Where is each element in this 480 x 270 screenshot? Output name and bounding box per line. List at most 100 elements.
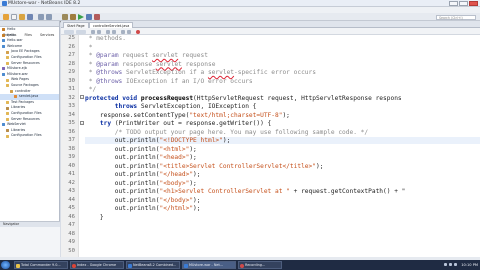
recorder-icon xyxy=(240,263,244,268)
flag-icon[interactable] xyxy=(454,263,457,266)
code-line: * @param response servlet response xyxy=(85,60,216,68)
folder-icon xyxy=(6,78,9,82)
line-number: 40 xyxy=(68,162,75,169)
start-button[interactable] xyxy=(1,261,10,269)
code-line: /* TODO output your page here. You may u… xyxy=(85,128,369,136)
line-number: 35 xyxy=(68,120,75,126)
network-icon[interactable] xyxy=(444,263,447,266)
window-title: MUstore-war - NetBeans IDE 8.2 xyxy=(8,1,81,6)
taskbar-item-chrome[interactable]: Index - Google Chrome xyxy=(70,261,124,269)
code-line: */ xyxy=(85,86,97,93)
code-line: try (PrintWriter out = response.getWrite… xyxy=(85,120,272,127)
library-icon xyxy=(6,106,9,110)
project-icon xyxy=(2,33,5,37)
code-line: protected void processRequest(HttpServle… xyxy=(85,94,402,102)
folder-icon xyxy=(6,61,9,65)
code-line: out.println("</head>"); xyxy=(85,171,201,178)
build-icon[interactable] xyxy=(62,14,68,20)
project-icon xyxy=(2,67,5,71)
uncomment-icon[interactable] xyxy=(127,29,131,34)
volume-icon[interactable] xyxy=(449,263,452,266)
library-icon xyxy=(6,128,9,132)
project-icon xyxy=(2,123,5,127)
main-toolbar: Search (Ctrl+I) xyxy=(0,13,480,21)
minimize-button[interactable] xyxy=(449,1,458,6)
line-number: 32 xyxy=(68,94,75,101)
code-line: out.println("<h1>Servlet ControllerServl… xyxy=(85,188,406,195)
line-number: 34 xyxy=(68,111,75,118)
project-icon xyxy=(2,73,5,77)
line-number: 43 xyxy=(68,188,75,194)
package-icon xyxy=(10,89,13,93)
system-tray xyxy=(444,262,458,268)
project-icon xyxy=(2,39,5,43)
line-number: 49 xyxy=(68,239,75,245)
history-icon[interactable] xyxy=(76,29,86,34)
run-icon[interactable] xyxy=(78,14,84,20)
back-icon[interactable] xyxy=(91,29,95,34)
taskbar-item-recording[interactable]: Recording... xyxy=(238,261,282,269)
save-all-icon[interactable] xyxy=(27,14,33,20)
new-file-icon[interactable] xyxy=(11,14,17,20)
projects-panel: Projects Files Services Hello hello Hell… xyxy=(0,21,60,257)
code-line: * @throws ServletException if a servlet-… xyxy=(85,69,316,76)
navigator-title: Navigator xyxy=(0,222,60,227)
line-number-gutter: 25 26 27 28 29 30 31 32 33 34 35 36 37 3… xyxy=(61,35,79,257)
close-button[interactable] xyxy=(469,1,478,6)
code-line: out.println("<!DOCTYPE html>"); xyxy=(85,137,231,144)
comment-icon[interactable] xyxy=(121,29,125,34)
line-number: 50 xyxy=(68,247,75,254)
code-line: * @param request servlet request xyxy=(85,52,208,59)
code-line: out.println("<body>"); xyxy=(85,179,197,187)
undo-icon[interactable] xyxy=(38,14,44,20)
navigator-panel: Navigator xyxy=(0,221,60,257)
toggle-bookmark-icon[interactable] xyxy=(112,29,116,34)
redo-icon[interactable] xyxy=(46,14,52,20)
record-macro-icon[interactable] xyxy=(136,29,140,34)
java-file-icon xyxy=(14,95,17,99)
line-number: 36 xyxy=(68,128,75,135)
line-number: 37 xyxy=(68,137,75,143)
code-line: out.println("<html>"); xyxy=(85,145,197,153)
maximize-button[interactable] xyxy=(459,1,468,6)
taskbar-item-mustore-war[interactable]: MUstore-war - Net... xyxy=(182,261,236,269)
code-line: out.println("<title>Servlet ControllerSe… xyxy=(85,162,324,170)
fold-toggle-icon[interactable]: - xyxy=(80,95,84,99)
line-number: 26 xyxy=(68,43,75,50)
code-line: out.println("</html>"); xyxy=(85,205,201,212)
forward-icon[interactable] xyxy=(97,29,101,34)
netbeans-icon xyxy=(2,1,7,6)
clock[interactable]: 10:10 PM xyxy=(461,261,478,269)
code-line: response.setContentType("text/html;chars… xyxy=(85,111,290,119)
search-input[interactable]: Search (Ctrl+I) xyxy=(436,14,476,20)
profile-icon[interactable] xyxy=(94,14,100,20)
chrome-icon xyxy=(72,263,76,268)
folder-icon xyxy=(6,117,9,121)
new-project-icon[interactable] xyxy=(3,14,9,20)
taskbar-item-total-commander[interactable]: Total Commander 9.0... xyxy=(14,261,68,269)
line-number: 46 xyxy=(68,213,75,220)
open-project-icon[interactable] xyxy=(19,14,25,20)
fold-toggle-icon[interactable]: - xyxy=(80,120,84,125)
title-bar: MUstore-war - NetBeans IDE 8.2 xyxy=(0,0,480,7)
netbeans-icon xyxy=(184,263,188,268)
line-number: 29 xyxy=(68,69,75,75)
find-icon[interactable] xyxy=(106,29,110,34)
line-number: 41 xyxy=(68,171,75,177)
folder-icon xyxy=(6,56,9,60)
netbeans-icon xyxy=(128,263,132,268)
code-line: } xyxy=(85,213,104,221)
code-area[interactable]: * methods. * * @param request servlet re… xyxy=(85,35,480,257)
debug-icon[interactable] xyxy=(86,14,92,20)
editor-toolbar xyxy=(61,28,480,35)
line-number: 33 xyxy=(68,103,75,109)
project-icon xyxy=(2,45,5,49)
folder-icon xyxy=(6,112,9,116)
code-editor: Start Page controllerServlet.java 25 26 … xyxy=(61,21,480,257)
taskbar-item-netbeans-combined[interactable]: NetBeans8.2 Combined... xyxy=(126,261,180,269)
tree-item[interactable]: Configuration Files xyxy=(0,133,59,139)
clean-build-icon[interactable] xyxy=(70,14,76,20)
source-view-icon[interactable] xyxy=(64,29,74,34)
code-line: * @throws IOException if an I/O error oc… xyxy=(85,77,253,85)
line-number: 25 xyxy=(68,35,75,41)
